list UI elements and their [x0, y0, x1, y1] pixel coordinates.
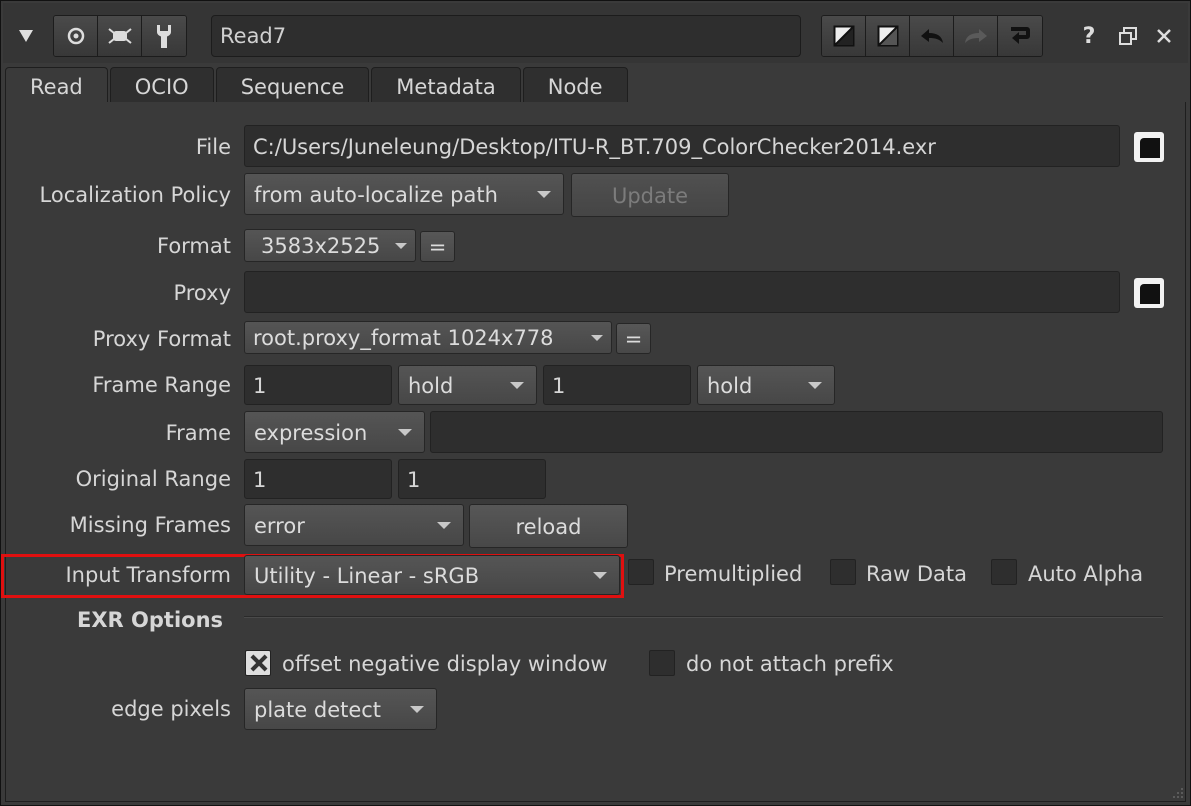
swatch-button-2[interactable] [866, 16, 910, 56]
help-button[interactable]: ? [1076, 15, 1102, 57]
input-transform-label: Input Transform [65, 563, 231, 587]
proxy-label: Proxy [173, 281, 231, 305]
chevron-down-icon [398, 429, 412, 436]
raw-data-label: Raw Data [866, 562, 967, 586]
close-button[interactable] [1151, 15, 1177, 57]
color-tools-group [821, 15, 1043, 57]
input-transform-dropdown[interactable]: Utility - Linear - sRGB [244, 555, 620, 595]
chevron-down-icon [395, 242, 407, 249]
auto-alpha-label: Auto Alpha [1028, 562, 1144, 586]
chevron-down-icon [537, 191, 551, 198]
offset-negative-label: offset negative display window [282, 652, 608, 676]
original-range-label: Original Range [75, 467, 231, 491]
frame-expression-input[interactable] [430, 411, 1163, 453]
proxy-format-dropdown[interactable]: root.proxy_format 1024x778 [244, 321, 612, 354]
missing-frames-label: Missing Frames [69, 513, 231, 537]
raw-data-checkbox[interactable] [830, 559, 856, 585]
collapse-toggle[interactable] [11, 15, 41, 57]
frame-range-label: Frame Range [92, 373, 231, 397]
triangle-down-icon [19, 30, 33, 42]
tab-ocio[interactable]: OCIO [109, 67, 214, 103]
wrench-icon [157, 25, 171, 48]
revert-icon [1011, 27, 1030, 44]
edge-pixels-label: edge pixels [111, 697, 231, 721]
tab-metadata[interactable]: Metadata [371, 67, 521, 103]
chevron-down-icon [437, 522, 451, 529]
exr-options-title: EXR Options [77, 608, 224, 632]
input-transform-value: Utility - Linear - sRGB [254, 564, 480, 588]
proxy-format-label: Proxy Format [92, 327, 231, 351]
original-range-start-input[interactable]: 1 [244, 459, 392, 499]
color-swatch-icon [833, 25, 854, 47]
frame-mode-dropdown[interactable]: expression [244, 411, 425, 453]
file-label: File [195, 135, 231, 159]
title-bar: Read7 ? [3, 3, 1188, 63]
frame-mode-value: expression [254, 421, 368, 445]
frame-range-end-input[interactable]: 1 [543, 365, 691, 405]
tab-bar: Read OCIO Sequence Metadata Node [5, 67, 630, 105]
resize-grip-icon[interactable] [1170, 785, 1184, 799]
chevron-down-icon [591, 334, 603, 341]
chevron-down-icon [410, 706, 424, 713]
target-icon [67, 27, 84, 45]
close-icon [1157, 29, 1171, 43]
premultiplied-checkbox[interactable] [628, 559, 654, 585]
frame-range-start-mode-value: hold [408, 374, 454, 398]
float-button[interactable] [1115, 15, 1141, 57]
frame-range-start-input[interactable]: 1 [244, 365, 392, 405]
chevron-down-icon [808, 382, 822, 389]
update-button[interactable]: Update [571, 173, 729, 217]
settings-button[interactable] [142, 16, 186, 56]
tab-read[interactable]: Read [5, 67, 108, 105]
premultiplied-label: Premultiplied [664, 562, 803, 586]
offset-negative-checkbox[interactable] [245, 650, 271, 676]
undo-button[interactable] [910, 16, 954, 56]
color-swatch-icon [877, 25, 898, 47]
format-value: 3583x2525 [261, 234, 381, 258]
chevron-down-icon [593, 572, 607, 579]
edge-pixels-value: plate detect [254, 698, 382, 722]
no-prefix-checkbox[interactable] [649, 650, 675, 676]
missing-frames-value: error [254, 514, 305, 538]
tab-node[interactable]: Node [522, 67, 628, 103]
proxy-path-input[interactable] [244, 271, 1120, 313]
frame-range-end-mode-value: hold [707, 374, 753, 398]
format-dropdown[interactable]: 3583x2525 [244, 229, 416, 262]
localization-policy-dropdown[interactable]: from auto-localize path [244, 173, 564, 215]
node-name-field[interactable]: Read7 [211, 15, 801, 57]
bug-icon [107, 28, 132, 44]
proxy-file-browser-icon[interactable] [1134, 278, 1164, 308]
proxy-format-equal-button[interactable]: = [616, 323, 651, 354]
proxy-format-value: root.proxy_format 1024x778 [253, 326, 554, 350]
missing-frames-dropdown[interactable]: error [244, 504, 464, 546]
float-window-icon [1119, 27, 1137, 45]
localization-policy-label: Localization Policy [39, 183, 231, 207]
reload-button[interactable]: reload [469, 504, 628, 548]
debug-button[interactable] [98, 16, 142, 56]
chevron-down-icon [510, 382, 524, 389]
node-tools-group [53, 15, 187, 57]
auto-alpha-checkbox[interactable] [991, 559, 1017, 585]
viewer-button[interactable] [54, 16, 98, 56]
format-equal-button[interactable]: = [420, 231, 455, 262]
revert-button[interactable] [998, 16, 1042, 56]
tab-sequence[interactable]: Sequence [215, 67, 370, 103]
swatch-button-1[interactable] [822, 16, 866, 56]
original-range-end-input[interactable]: 1 [398, 459, 546, 499]
exr-options-divider [244, 616, 1163, 618]
localization-policy-value: from auto-localize path [254, 183, 498, 207]
edge-pixels-dropdown[interactable]: plate detect [244, 688, 437, 730]
file-browser-icon[interactable] [1134, 132, 1164, 162]
frame-range-end-mode-dropdown[interactable]: hold [697, 365, 835, 405]
file-path-input[interactable]: C:/Users/Juneleung/Desktop/ITU-R_BT.709_… [244, 125, 1120, 167]
properties-panel: Read7 ? Read OCIO Sequence Metadata Node… [0, 0, 1191, 806]
redo-button[interactable] [954, 16, 998, 56]
undo-icon [920, 29, 943, 43]
redo-icon [964, 29, 987, 43]
frame-label: Frame [165, 421, 231, 445]
no-prefix-label: do not attach prefix [686, 652, 894, 676]
format-label: Format [156, 234, 231, 258]
frame-range-start-mode-dropdown[interactable]: hold [398, 365, 537, 405]
